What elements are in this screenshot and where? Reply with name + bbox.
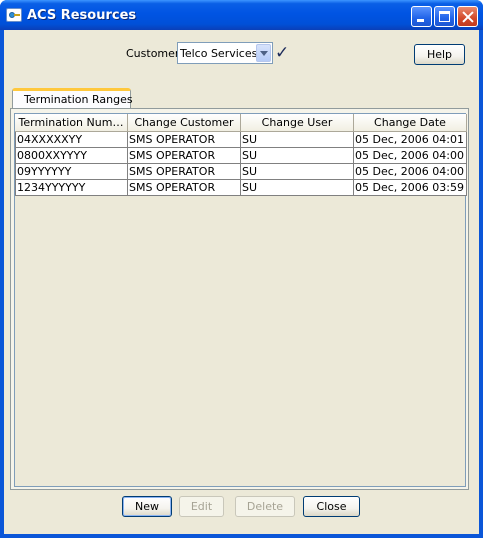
app-window: ACS Resources Customer Telco Services ✓ …	[0, 0, 483, 538]
close-icon[interactable]	[457, 6, 478, 27]
column-header-change-user[interactable]: Change User	[241, 114, 354, 132]
customer-select-value: Telco Services	[180, 47, 258, 60]
cell-change-date: 05 Dec, 2006 04:00	[354, 164, 467, 180]
tab-label: Termination Ranges	[24, 93, 133, 106]
cell-change-customer: SMS OPERATOR	[128, 164, 241, 180]
window-title: ACS Resources	[27, 8, 137, 23]
cell-change-user: SU	[241, 164, 354, 180]
column-header-change-customer[interactable]: Change Customer	[128, 114, 241, 132]
cell-change-user: SU	[241, 132, 354, 148]
help-button[interactable]: Help	[414, 44, 465, 65]
customer-label: Customer	[126, 47, 180, 60]
customer-select[interactable]: Telco Services	[177, 42, 273, 64]
table-header: Termination Num… Change Customer Change …	[15, 114, 467, 132]
cell-change-user: SU	[241, 148, 354, 164]
chevron-down-icon[interactable]	[256, 44, 271, 62]
table-row[interactable]: 1234YYYYYY SMS OPERATOR SU 05 Dec, 2006 …	[15, 180, 467, 196]
close-button[interactable]: Close	[303, 496, 360, 517]
column-header-termination-number[interactable]: Termination Num…	[15, 114, 128, 132]
termination-ranges-table: Termination Num… Change Customer Change …	[14, 113, 467, 487]
cell-termination-number: 0800XXYYYY	[15, 148, 128, 164]
cell-termination-number: 09YYYYYY	[15, 164, 128, 180]
cell-change-date: 05 Dec, 2006 04:01	[354, 132, 467, 148]
edit-button[interactable]: Edit	[179, 496, 224, 517]
maximize-icon[interactable]	[434, 6, 455, 27]
checkmark-icon: ✓	[275, 43, 290, 63]
table-row[interactable]: 0800XXYYYY SMS OPERATOR SU 05 Dec, 2006 …	[15, 148, 467, 164]
cell-change-customer: SMS OPERATOR	[128, 180, 241, 196]
tab-termination-ranges[interactable]: Termination Ranges	[12, 88, 133, 109]
app-icon[interactable]	[6, 8, 22, 22]
cell-change-customer: SMS OPERATOR	[128, 148, 241, 164]
cell-change-date: 05 Dec, 2006 04:00	[354, 148, 467, 164]
cell-change-customer: SMS OPERATOR	[128, 132, 241, 148]
tab-panel: Termination Num… Change Customer Change …	[10, 108, 469, 490]
cell-termination-number: 1234YYYYYY	[15, 180, 128, 196]
title-bar[interactable]: ACS Resources	[0, 0, 483, 30]
delete-button[interactable]: Delete	[235, 496, 295, 517]
minimize-icon[interactable]	[411, 6, 432, 27]
cell-change-date: 05 Dec, 2006 03:59	[354, 180, 467, 196]
cell-change-user: SU	[241, 180, 354, 196]
column-header-change-date[interactable]: Change Date	[354, 114, 467, 132]
table-row[interactable]: 09YYYYYY SMS OPERATOR SU 05 Dec, 2006 04…	[15, 164, 467, 180]
window-client: Customer Telco Services ✓ Help Terminati…	[4, 30, 479, 534]
new-button[interactable]: New	[122, 496, 172, 517]
cell-termination-number: 04XXXXXYY	[15, 132, 128, 148]
table-row[interactable]: 04XXXXXYY SMS OPERATOR SU 05 Dec, 2006 0…	[15, 132, 467, 148]
